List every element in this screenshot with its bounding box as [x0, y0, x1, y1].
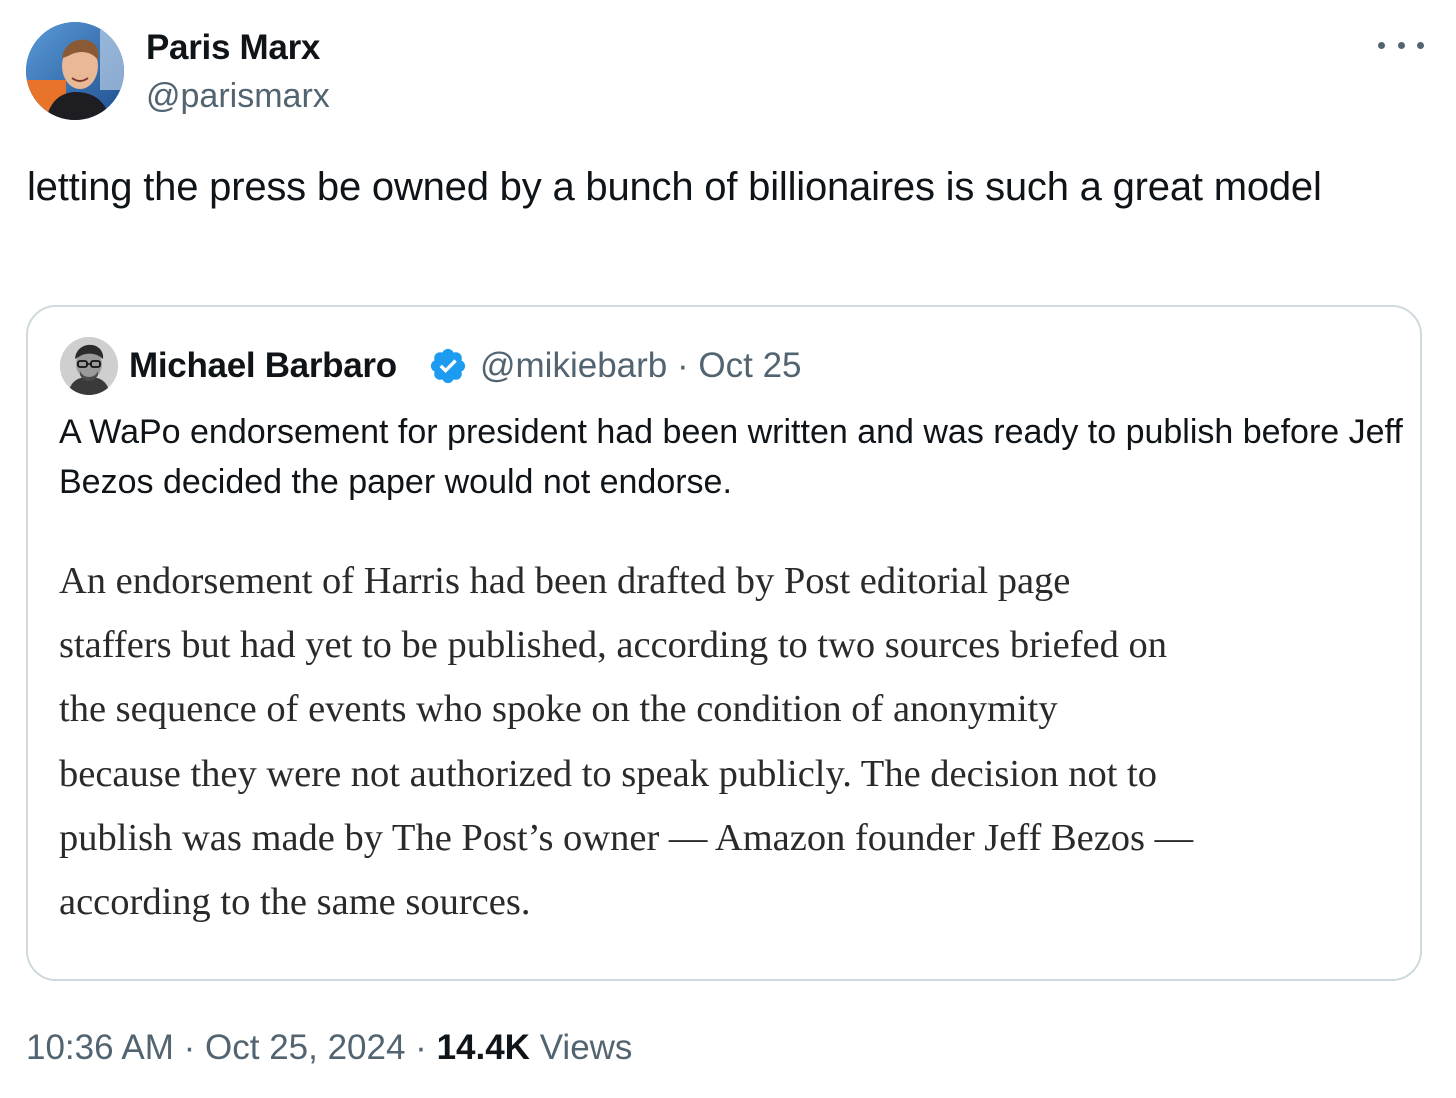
author-handle[interactable]: @parismarx: [146, 76, 330, 116]
more-options-button[interactable]: [1378, 30, 1424, 60]
verified-badge-icon: [430, 348, 466, 384]
quoted-tweet-meta: @mikiebarb · Oct 25: [480, 345, 802, 387]
excerpt-line: publish was made by The Post’s owner — A…: [59, 816, 1194, 859]
excerpt-line: according to the same sources.: [59, 881, 531, 924]
author-avatar-image: [26, 22, 124, 120]
excerpt-line: staffers but had yet to be published, ac…: [59, 624, 1168, 667]
tweet-text: letting the press be owned by a bunch of…: [27, 165, 1322, 209]
author-name[interactable]: Paris Marx: [146, 28, 320, 68]
quoted-article-excerpt-image: An endorsement of Harris had been drafte…: [59, 549, 1399, 934]
more-horizontal-icon-dot: [1417, 41, 1424, 49]
quoted-tweet-card[interactable]: Michael Barbaro @mikiebarb · Oct 25 A Wa…: [26, 305, 1422, 981]
quoted-tweet-text: A WaPo endorsement for president had bee…: [59, 413, 1403, 501]
tweet: Paris Marx @parismarx letting the press …: [0, 0, 1456, 1098]
quoted-author-avatar-image: [60, 337, 118, 395]
quoted-author-name[interactable]: Michael Barbaro: [129, 345, 397, 387]
tweet-date[interactable]: Oct 25, 2024: [205, 1028, 405, 1067]
more-horizontal-icon-dot: [1397, 41, 1405, 49]
quoted-author-avatar[interactable]: [60, 337, 118, 395]
excerpt-line: because they were not authorized to spea…: [59, 752, 1157, 795]
tweet-footer: 10:36 AM · Oct 25, 2024 · 14.4K Views: [26, 1026, 632, 1070]
more-horizontal-icon: [1378, 41, 1385, 49]
footer-separator: ·: [415, 1028, 427, 1067]
excerpt-line: the sequence of events who spoke on the …: [59, 688, 1058, 731]
excerpt-line: An endorsement of Harris had been drafte…: [59, 560, 1071, 602]
meta-separator: ·: [677, 346, 689, 385]
quoted-author-handle[interactable]: @mikiebarb: [480, 346, 667, 385]
views-label: Views: [539, 1028, 633, 1067]
tweet-time[interactable]: 10:36 AM: [26, 1028, 174, 1067]
quoted-tweet-date[interactable]: Oct 25: [698, 346, 801, 385]
views-count: 14.4K: [436, 1028, 530, 1067]
author-avatar[interactable]: [26, 22, 124, 120]
footer-separator: ·: [183, 1028, 196, 1067]
